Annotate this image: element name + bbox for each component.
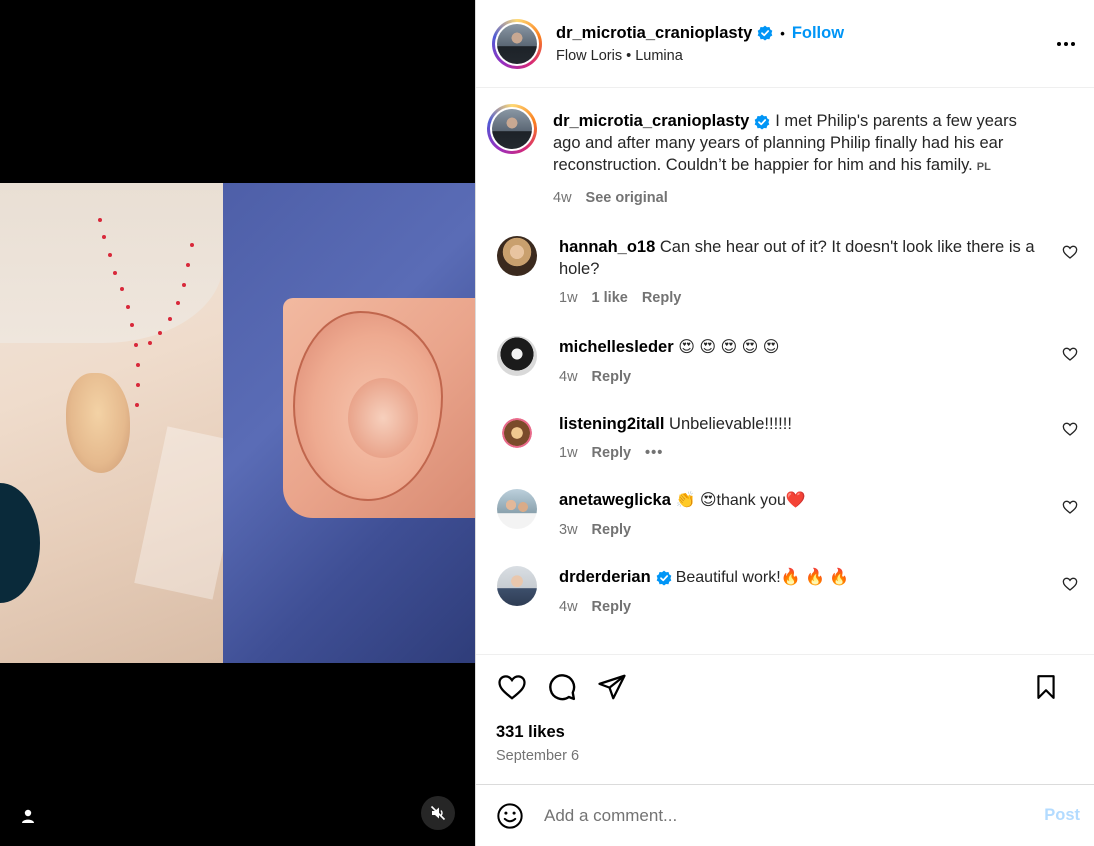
like-comment-heart-icon[interactable]: [1062, 346, 1078, 362]
comments-list[interactable]: dr_microtia_cranioplasty I met Philip's …: [476, 88, 1094, 655]
comment-age[interactable]: 1w: [559, 290, 578, 306]
like-comment-heart-icon[interactable]: [1062, 421, 1078, 437]
like-comment-heart-icon[interactable]: [1062, 244, 1078, 260]
emoji-icon[interactable]: [496, 802, 524, 830]
heart-icon: [498, 675, 526, 700]
verified-badge-icon: [656, 570, 672, 586]
comment-age[interactable]: 4w: [559, 369, 578, 385]
like-button[interactable]: [496, 671, 528, 703]
comment-options-button[interactable]: •••: [645, 445, 663, 461]
comment-text: 😍 😍 😍 😍 😍: [678, 339, 780, 356]
comment-username[interactable]: michellesleder: [559, 338, 674, 356]
user-icon: [22, 809, 34, 823]
see-original-link[interactable]: See original: [586, 190, 668, 206]
bookmark-icon: [1037, 675, 1055, 699]
comment-item: anetaweglicka 👏 😍thank you❤️ 3w Reply: [492, 489, 1078, 538]
likes-count[interactable]: 331 likes: [476, 719, 1094, 742]
share-button[interactable]: [596, 671, 628, 703]
comment-age[interactable]: 4w: [559, 599, 578, 615]
comment-username[interactable]: hannah_o18: [559, 238, 655, 256]
comment-age[interactable]: 1w: [559, 445, 578, 461]
comment-item: michellesleder 😍 😍 😍 😍 😍 4w Reply: [492, 336, 1078, 385]
comment-composer: Post: [476, 784, 1094, 846]
tagged-user-button[interactable]: [10, 798, 46, 834]
reply-button[interactable]: Reply: [592, 522, 632, 538]
author-avatar[interactable]: [492, 18, 542, 69]
image-before: [0, 183, 223, 663]
caption-age[interactable]: 4w: [553, 190, 572, 206]
comment-input[interactable]: [544, 805, 1004, 826]
comment-text: Unbelievable!!!!!!: [669, 415, 792, 433]
like-comment-heart-icon[interactable]: [1062, 499, 1078, 515]
comment-username[interactable]: drderderian: [559, 568, 651, 586]
image-after: [223, 183, 475, 663]
comment-bubble-icon: [549, 674, 576, 701]
verified-badge-icon: [757, 25, 773, 41]
media-viewer[interactable]: [0, 0, 475, 846]
more-options-button[interactable]: [1054, 32, 1078, 56]
reply-button[interactable]: Reply: [642, 290, 682, 306]
caption-avatar[interactable]: [487, 104, 537, 154]
comment-item: drderderian Beautiful work!🔥 🔥 🔥 4w Repl…: [492, 566, 1078, 615]
speaker-muted-icon: [430, 805, 446, 821]
comment-text: 👏 😍thank you❤️: [675, 492, 806, 509]
comment-item: listening2itall Unbelievable!!!!!! 1w Re…: [492, 413, 1078, 461]
post-modal: dr_microtia_cranioplasty • Follow Flow L…: [0, 0, 1094, 846]
reply-button[interactable]: Reply: [592, 369, 632, 385]
save-button[interactable]: [1030, 671, 1062, 703]
comment-username[interactable]: listening2itall: [559, 415, 664, 433]
commenter-avatar[interactable]: [497, 413, 537, 453]
follow-button[interactable]: Follow: [792, 24, 844, 43]
comment-button[interactable]: [546, 671, 578, 703]
post-date[interactable]: September 6: [476, 742, 1094, 784]
comment-username[interactable]: anetaweglicka: [559, 491, 671, 509]
caption: dr_microtia_cranioplasty I met Philip's …: [487, 104, 1078, 206]
comment-age[interactable]: 3w: [559, 522, 578, 538]
audio-track[interactable]: Flow Loris • Lumina: [556, 48, 844, 64]
like-comment-heart-icon[interactable]: [1062, 576, 1078, 592]
commenter-avatar[interactable]: [497, 236, 537, 276]
verified-badge-icon: [754, 114, 770, 130]
separator-dot: •: [780, 25, 785, 41]
post-details-panel: dr_microtia_cranioplasty • Follow Flow L…: [475, 0, 1094, 846]
post-button[interactable]: Post: [1044, 806, 1080, 825]
language-tag: PL: [976, 161, 991, 173]
commenter-avatar[interactable]: [497, 489, 537, 529]
comment-likes[interactable]: 1 like: [592, 290, 628, 306]
action-bar: [476, 655, 1094, 719]
comment-item: hannah_o18 Can she hear out of it? It do…: [492, 236, 1078, 306]
commenter-avatar[interactable]: [497, 336, 537, 376]
ellipsis-icon: [1057, 42, 1075, 46]
post-image: [0, 183, 475, 663]
reply-button[interactable]: Reply: [592, 599, 632, 615]
author-username[interactable]: dr_microtia_cranioplasty: [556, 24, 752, 43]
mute-button[interactable]: [421, 796, 455, 830]
post-header: dr_microtia_cranioplasty • Follow Flow L…: [476, 0, 1094, 88]
commenter-avatar[interactable]: [497, 566, 537, 606]
caption-username[interactable]: dr_microtia_cranioplasty: [553, 112, 749, 130]
paper-plane-icon: [598, 674, 626, 700]
reply-button[interactable]: Reply: [592, 445, 632, 461]
comment-text: Beautiful work!🔥 🔥 🔥: [675, 569, 850, 586]
